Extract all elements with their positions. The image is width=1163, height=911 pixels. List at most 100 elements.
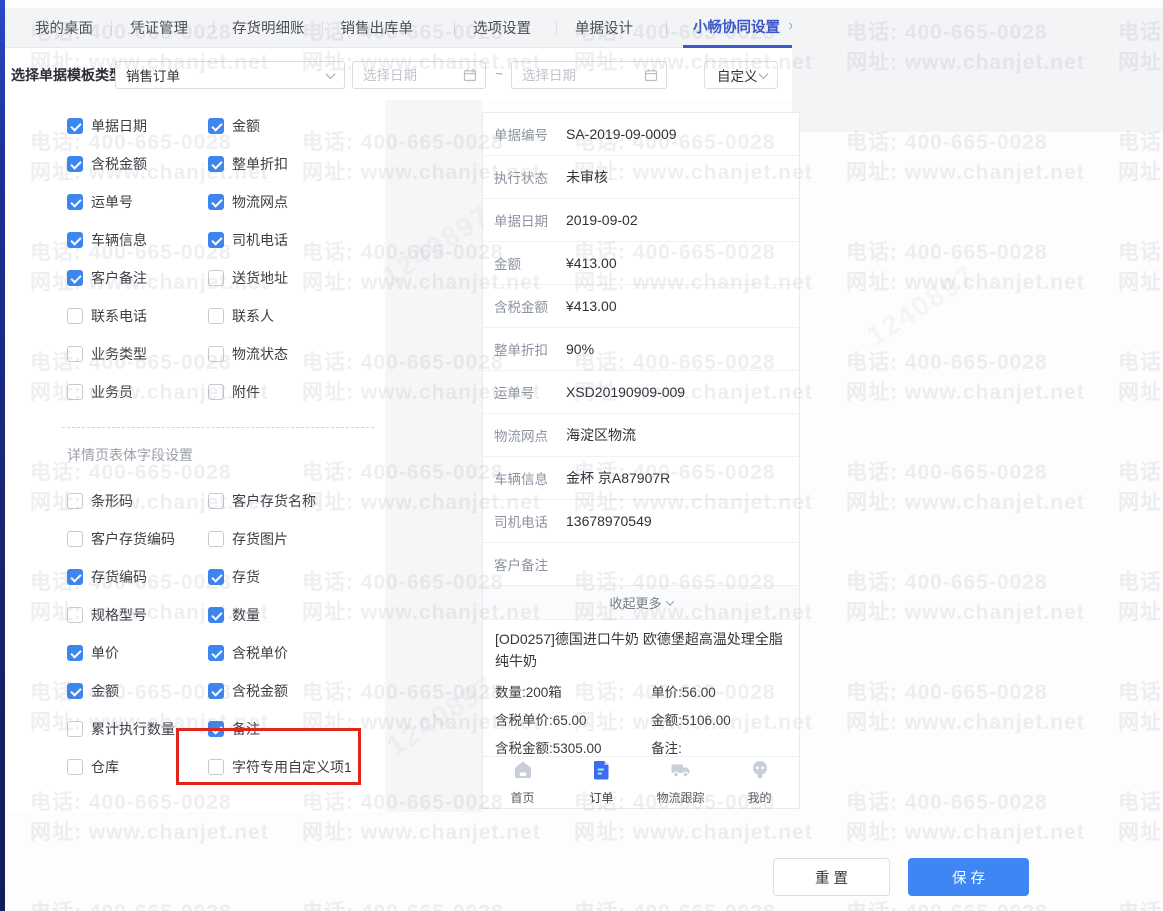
field-checkbox-label: 单据日期 [91,118,147,134]
tab-6[interactable]: 单据设计 [556,8,635,48]
checkbox-unchecked-icon[interactable] [208,346,224,362]
mode-select[interactable]: 自定义 [704,61,778,89]
field-checkbox-item[interactable]: 仓库 [67,748,208,786]
preview-row-value: 海淀区物流 [566,427,636,443]
field-checkbox-item[interactable]: 含税金额 [208,672,393,710]
checkbox-checked-icon[interactable] [67,118,83,134]
field-checkbox-item[interactable]: 业务员 [67,373,208,411]
field-checkbox-item[interactable]: 客户备注 [67,259,208,297]
field-checkbox-item[interactable]: 金额 [67,672,208,710]
checkbox-checked-icon[interactable] [208,156,224,172]
checkbox-unchecked-icon[interactable] [67,346,83,362]
save-button[interactable]: 保存 [908,858,1029,896]
checkbox-checked-icon[interactable] [67,270,83,286]
field-checkbox-item[interactable]: 金额 [208,107,393,145]
field-checkbox-item[interactable]: 运单号 [67,183,208,221]
watermark-url-text: 网址: www.chanjet.net [846,161,1085,184]
watermark-phone-text: 电话: 400-665-0028 [1118,681,1163,704]
checkbox-checked-icon[interactable] [67,156,83,172]
preview-row-value: SA-2019-09-0009 [566,126,677,142]
tab-3[interactable]: 存货明细账 [213,8,307,48]
date-start-field[interactable] [352,61,486,89]
field-checkbox-item[interactable]: 字符专用自定义项1 [208,748,393,786]
tab-2[interactable]: 凭证管理 [111,8,190,48]
date-start-input[interactable] [363,67,458,83]
checkbox-checked-icon[interactable] [208,721,224,737]
date-end-input[interactable] [522,67,617,83]
field-checkbox-item[interactable]: 物流状态 [208,335,393,373]
checkbox-unchecked-icon[interactable] [67,493,83,509]
home-icon [512,759,534,786]
checkbox-checked-icon[interactable] [67,232,83,248]
watermark-url-text: 网址: www.chanjet.net [846,381,1085,404]
checkbox-checked-icon[interactable] [208,118,224,134]
watermark-phone-text: 电话: 400-665-0028 [846,241,1048,264]
field-checkbox-item[interactable]: 业务类型 [67,335,208,373]
field-checkbox-label: 规格型号 [91,607,147,623]
field-checkbox-item[interactable]: 含税金额 [67,145,208,183]
checkbox-unchecked-icon[interactable] [67,721,83,737]
checkbox-checked-icon[interactable] [67,194,83,210]
field-checkbox-label: 仓库 [91,759,119,775]
field-checkbox-item[interactable]: 累计执行数量 [67,710,208,748]
field-checkbox-item[interactable]: 存货图片 [208,520,393,558]
watermark-phone-text: 电话: 400-665-0028 [302,896,504,911]
field-checkbox-item[interactable]: 客户存货编码 [67,520,208,558]
tab-4[interactable]: 销售出库单 [321,8,416,48]
field-checkbox-item[interactable]: 司机电话 [208,221,393,259]
collapse-more-button[interactable]: 收起更多 [483,586,799,620]
field-checkbox-item[interactable]: 条形码 [67,482,208,520]
checkbox-checked-icon[interactable] [208,683,224,699]
field-checkbox-label: 备注 [232,721,260,737]
date-end-field[interactable] [511,61,667,89]
field-checkbox-item[interactable]: 单价 [67,634,208,672]
checkbox-unchecked-icon[interactable] [208,270,224,286]
field-checkbox-item[interactable]: 联系电话 [67,297,208,335]
field-checkbox-item[interactable]: 物流网点 [208,183,393,221]
checkbox-unchecked-icon[interactable] [208,759,224,775]
nav-item-我的[interactable]: 我的 [720,757,799,808]
field-checkbox-label: 存货 [232,569,260,585]
checkbox-unchecked-icon[interactable] [67,308,83,324]
checkbox-unchecked-icon[interactable] [208,493,224,509]
field-checkbox-item[interactable]: 附件 [208,373,393,411]
field-checkbox-item[interactable]: 备注 [208,710,393,748]
checkbox-unchecked-icon[interactable] [208,531,224,547]
checkbox-unchecked-icon[interactable] [67,384,83,400]
checkbox-unchecked-icon[interactable] [67,607,83,623]
field-checkbox-item[interactable]: 送货地址 [208,259,393,297]
checkbox-checked-icon[interactable] [208,607,224,623]
field-checkbox-item[interactable]: 整单折扣 [208,145,393,183]
field-checkbox-item[interactable]: 规格型号 [67,596,208,634]
field-checkbox-item[interactable]: 客户存货名称 [208,482,393,520]
checkbox-checked-icon[interactable] [208,232,224,248]
nav-item-物流跟踪[interactable]: 物流跟踪 [641,757,720,808]
field-checkbox-item[interactable]: 数量 [208,596,393,634]
checkbox-checked-icon[interactable] [67,645,83,661]
template-type-select[interactable]: 销售订单 [115,61,345,89]
checkbox-unchecked-icon[interactable] [67,759,83,775]
nav-item-label: 物流跟踪 [656,791,705,805]
field-checkbox-item[interactable]: 联系人 [208,297,393,335]
tab-7[interactable]: 小畅协同设置× [666,8,807,48]
checkbox-checked-icon[interactable] [67,569,83,585]
preview-row: 单据日期 2019-09-02 [483,199,799,242]
checkbox-unchecked-icon[interactable] [208,384,224,400]
checkbox-checked-icon[interactable] [67,683,83,699]
field-checkbox-item[interactable]: 单据日期 [67,107,208,145]
nav-item-订单[interactable]: 订单 [562,757,641,808]
field-checkbox-item[interactable]: 含税单价 [208,634,393,672]
field-checkbox-item[interactable]: 存货 [208,558,393,596]
nav-item-首页[interactable]: 首页 [483,757,562,808]
field-checkbox-item[interactable]: 存货编码 [67,558,208,596]
checkbox-checked-icon[interactable] [208,194,224,210]
checkbox-checked-icon[interactable] [208,645,224,661]
tab-1[interactable]: 我的桌面 [33,8,95,48]
tab-5[interactable]: 选项设置 [454,8,533,48]
checkbox-unchecked-icon[interactable] [67,531,83,547]
checkbox-checked-icon[interactable] [208,569,224,585]
field-checkbox-item[interactable]: 车辆信息 [67,221,208,259]
reset-button[interactable]: 重置 [773,858,890,896]
field-checkbox-label: 含税金额 [232,683,288,699]
checkbox-unchecked-icon[interactable] [208,308,224,324]
